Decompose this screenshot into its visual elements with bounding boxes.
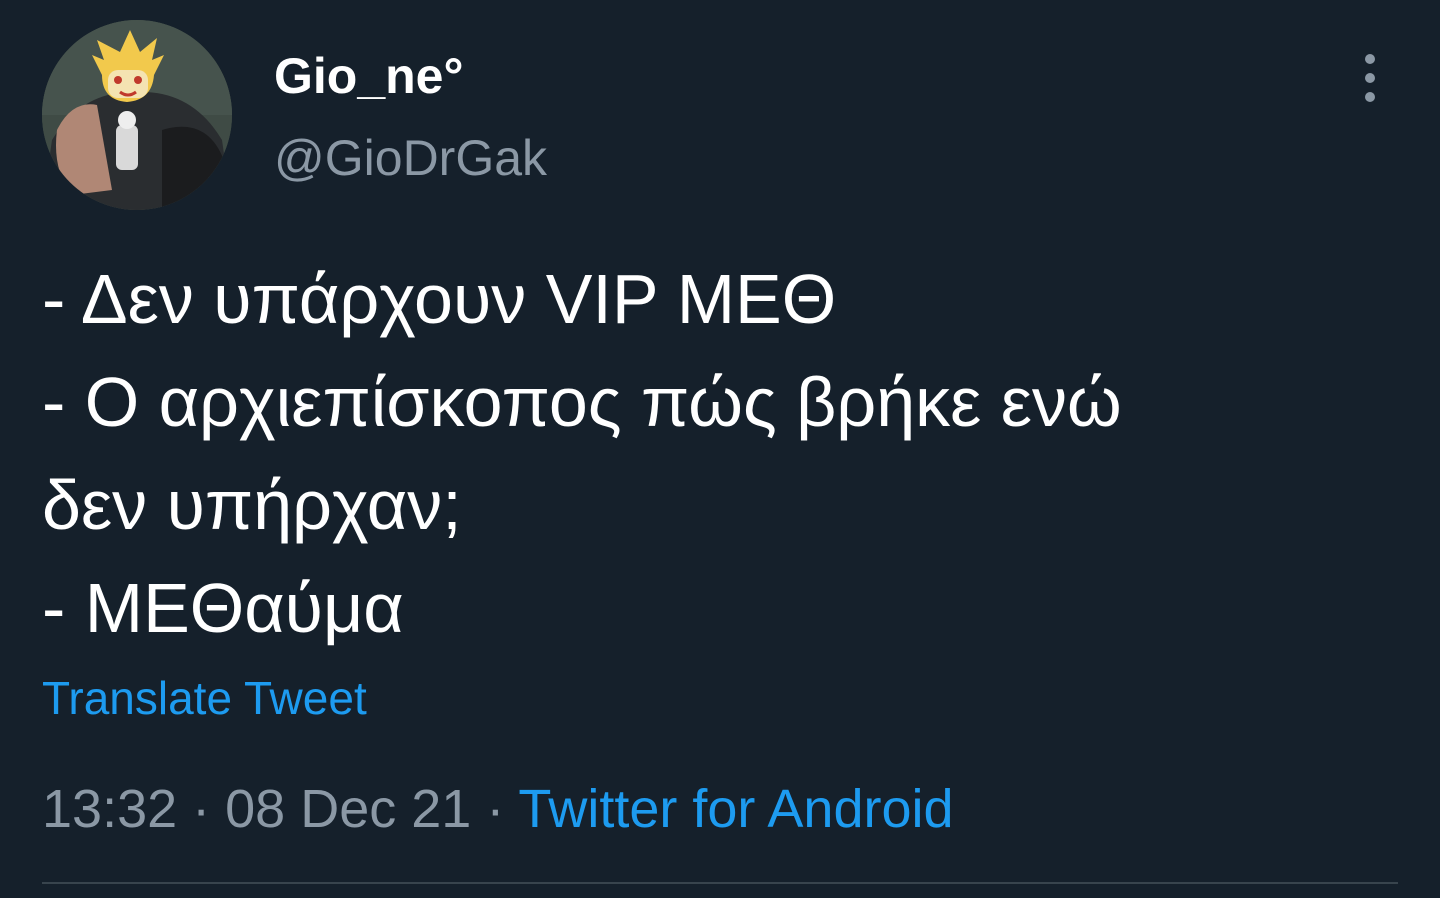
tweet-line-4: - ΜΕΘαύμα: [42, 569, 404, 647]
more-vertical-icon: [1365, 54, 1375, 64]
avatar-image: [42, 20, 232, 210]
divider: [42, 882, 1398, 884]
author-display-name[interactable]: Gio_ne°: [274, 46, 463, 106]
tweet-time[interactable]: 13:32: [42, 779, 177, 839]
meta-separator: ·: [177, 779, 226, 839]
author-handle[interactable]: @GioDrGak: [274, 128, 547, 188]
tweet-line-2: - Ο αρχιεπίσκοπος πώς βρήκε ενώ: [42, 363, 1122, 441]
tweet-metadata: 13:32 · 08 Dec 21 · Twitter for Android: [42, 776, 954, 842]
tweet-line-3: δεν υπήρχαν;: [42, 466, 462, 544]
meta-separator-2: ·: [471, 779, 519, 839]
more-vertical-icon-dot-2: [1365, 73, 1375, 83]
tweet-source-link[interactable]: Twitter for Android: [518, 779, 953, 839]
translate-tweet-link[interactable]: Translate Tweet: [42, 668, 367, 728]
tweet-text: - Δεν υπάρχουν VIP ΜΕΘ - Ο αρχιεπίσκοπος…: [42, 248, 1372, 660]
avatar[interactable]: [42, 20, 232, 210]
tweet-line-1: - Δεν υπάρχουν VIP ΜΕΘ: [42, 260, 837, 338]
more-vertical-icon-dot-3: [1365, 92, 1375, 102]
more-options-button[interactable]: [1350, 50, 1390, 106]
tweet-date[interactable]: 08 Dec 21: [225, 779, 471, 839]
